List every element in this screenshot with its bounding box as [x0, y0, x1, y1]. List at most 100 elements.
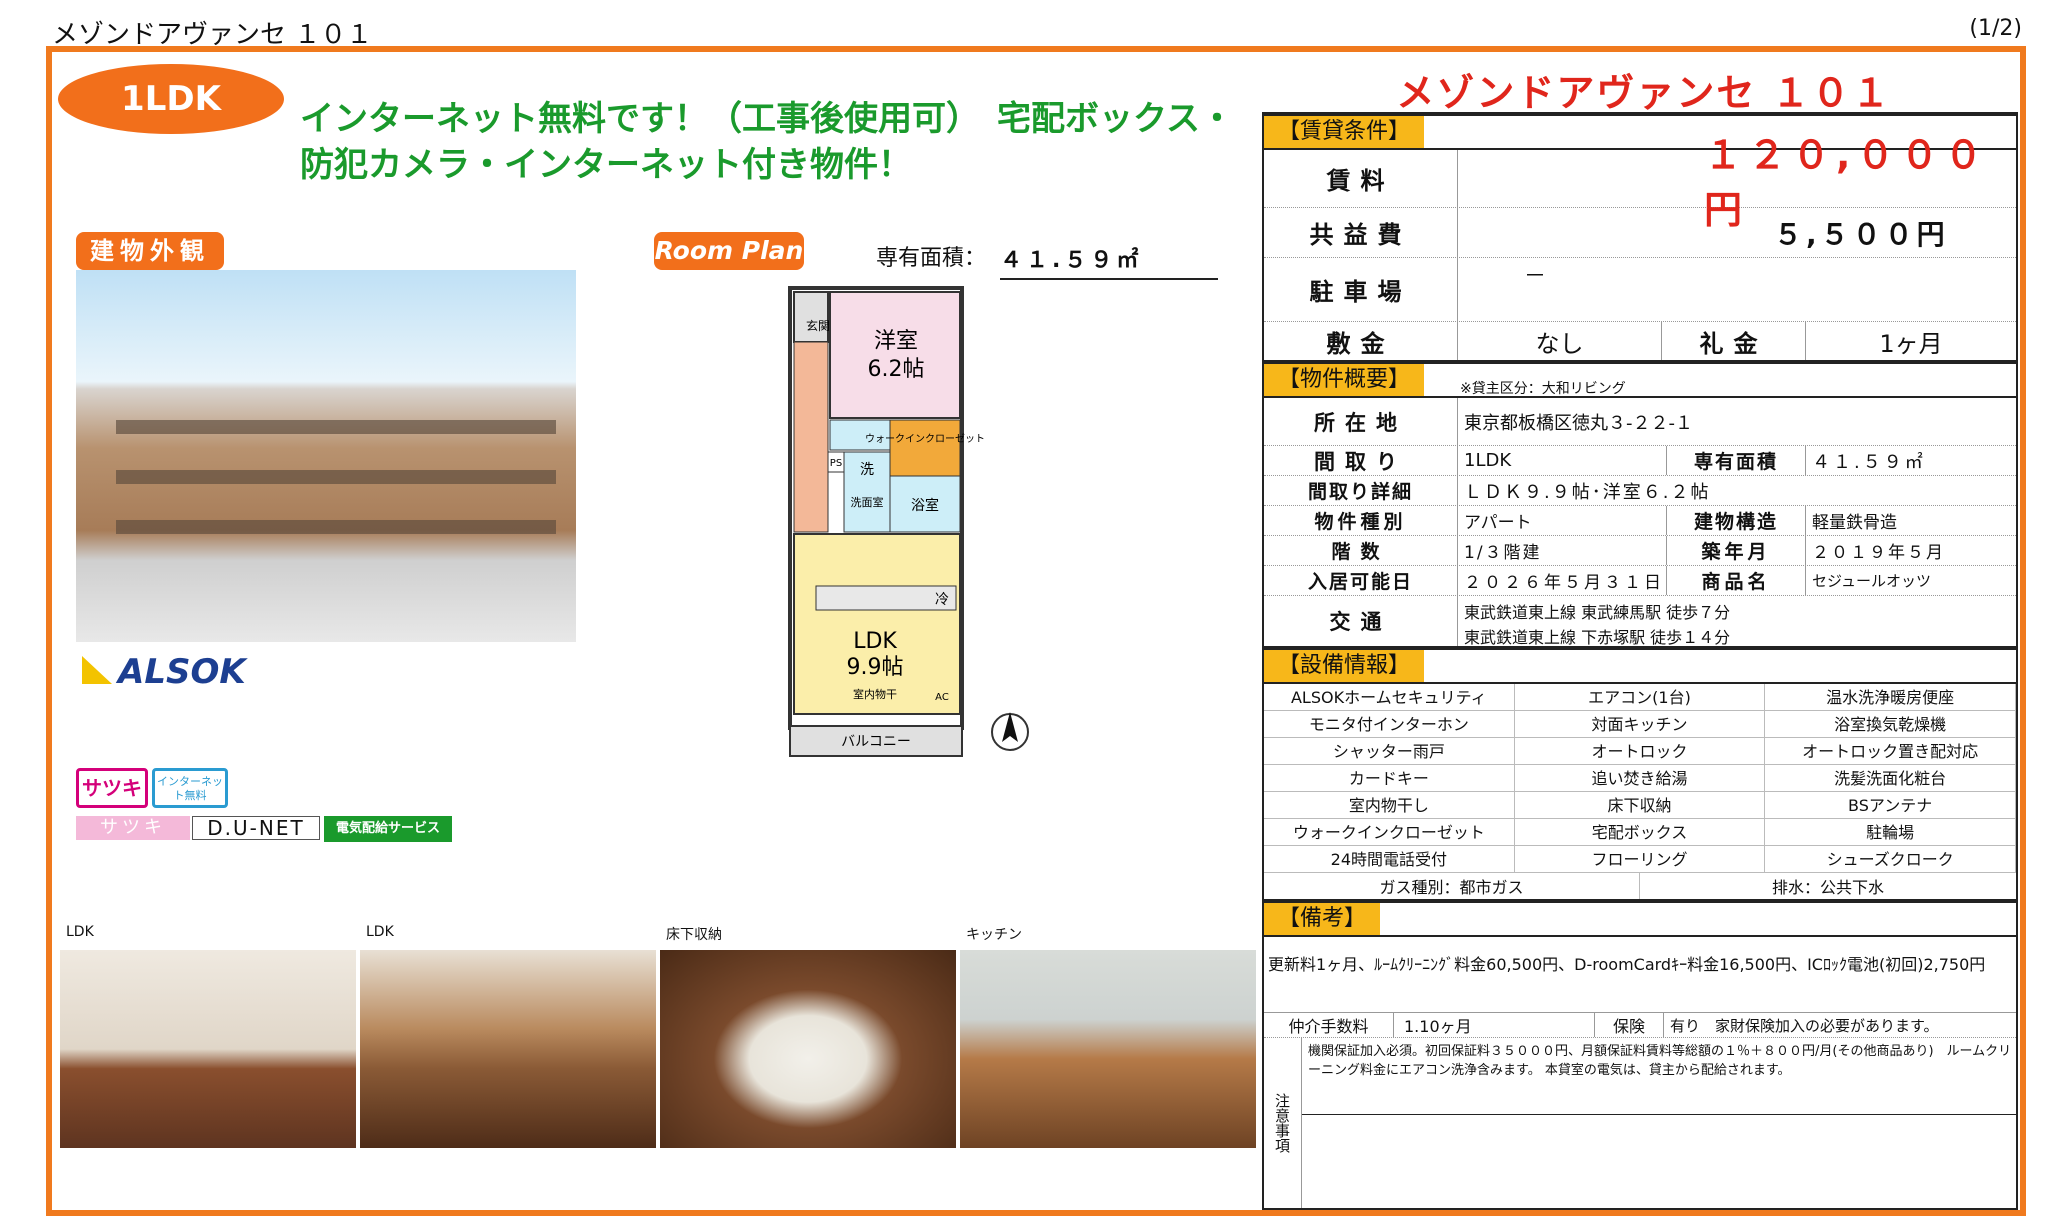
fp-bath: 浴室 [911, 497, 939, 514]
equipment-grid: ALSOKホームセキュリティ エアコン(1台) 温水洗浄暖房便座 モニタ付インタ… [1264, 684, 2016, 873]
equipment-item: ウォークインクローゼット [1264, 819, 1515, 846]
move-in-value: ２０２６年５月３１日 [1464, 573, 1664, 593]
fp-ldk-size: 9.9帖 [847, 655, 904, 680]
structure-value: 軽量鉄骨造 [1812, 513, 1897, 533]
structure-label: 建物構造 [1666, 506, 1806, 535]
equipment-section-tag: 【設備情報】 [1264, 650, 1425, 682]
fp-closet: ウォークインクローゼット [865, 433, 985, 445]
equipment-item: オートロック置き配対応 [1765, 738, 2016, 765]
layout-label: 間取り [1264, 446, 1458, 475]
access-line-2: 東武鉄道東上線 下赤塚駅 徒歩１４分 [1464, 628, 1731, 647]
rent-value: １２０,０００円 [1704, 132, 1989, 232]
photo-ldk-2 [360, 950, 656, 1148]
key-money-value: 1ヶ月 [1879, 329, 1943, 358]
product-value: セジュールオッツ [1812, 572, 1931, 590]
photo-ldk-1 [60, 950, 356, 1148]
brokerage-fee-label: 仲介手数料 [1264, 1013, 1394, 1037]
remarks-section-header: 【備考】 [1264, 901, 2016, 937]
insurance-value: 有り 家財保険加入の必要があります。 [1670, 1016, 1939, 1035]
room-plan-tag: Room Plan [654, 232, 804, 270]
built-value: ２０１９年５月 [1812, 543, 1945, 563]
thumb-label-2: LDK [366, 924, 394, 940]
parking-label: 駐車場 [1264, 258, 1458, 321]
equipment-item: BSアンテナ [1765, 792, 2016, 819]
floor-plan: 玄関 洋室 6.2帖 ウォークインクローゼット 洗 洗面室 PS 浴室 冷 LD… [788, 286, 1029, 757]
equipment-item: ALSOKホームセキュリティ [1264, 684, 1515, 711]
access-label: 交通 [1264, 596, 1458, 646]
page-number: (1/2) [1969, 16, 2022, 41]
rent-section-tag: 【賃貸条件】 [1264, 116, 1425, 148]
floors-value: 1/３階建 [1464, 543, 1542, 563]
rent-label: 賃料 [1264, 150, 1458, 207]
key-money-label: 礼金 [1662, 322, 1806, 360]
thumb-label-4: キッチン [966, 927, 1022, 943]
equipment-item: 追い焚き給湯 [1514, 765, 1766, 792]
headline: インターネット無料です！（工事後使用可） 宅配ボックス・防犯カメラ・インターネッ… [300, 99, 1234, 185]
layout-detail-label: 間取り詳細 [1264, 476, 1458, 505]
fp-entrance: 玄関 [806, 318, 830, 333]
common-fee-value: ５,５００円 [1774, 217, 1949, 251]
equipment-item: カードキー [1264, 765, 1515, 792]
layout-detail-value: ＬＤＫ９.９帖･洋室６.２帖 [1464, 481, 1711, 503]
built-label: 築年月 [1666, 536, 1806, 565]
deposit-value: なし [1458, 322, 1662, 360]
equipment-item: 室内物干し [1264, 792, 1515, 819]
notes-label: 注意事項 [1264, 1038, 1302, 1208]
common-fee-label: 共益費 [1264, 208, 1458, 257]
remarks-section-tag: 【備考】 [1264, 903, 1381, 935]
thumb-label-1: LDK [66, 924, 94, 940]
equipment-item: 床下収納 [1514, 792, 1766, 819]
overview-section-tag: 【物件概要】 [1264, 364, 1425, 396]
notes-text: 機関保証加入必須。初回保証料３５０００円、月額保証料賃料等総額の１％＋８００円/… [1308, 1044, 2012, 1078]
photo-kitchen [960, 950, 1256, 1148]
notes-divider [1302, 1114, 2016, 1115]
equipment-item: 宅配ボックス [1514, 819, 1766, 846]
fp-western-size: 6.2帖 [868, 357, 925, 382]
equipment-item: 24時間電話受付 [1264, 846, 1515, 873]
equipment-item: オートロック [1514, 738, 1766, 765]
property-kind-value: アパート [1464, 513, 1532, 533]
alsok-logo-mark [82, 656, 112, 684]
brokerage-fee-value: 1.10ヶ月 [1404, 1017, 1472, 1036]
equipment-item: 浴室換気乾燥機 [1765, 711, 2016, 738]
parking-value: － [1524, 264, 1547, 289]
equipment-item: 駐輪場 [1765, 819, 2016, 846]
internet-free-logo: インターネット無料 [152, 768, 228, 808]
photo-underfloor-storage [660, 950, 956, 1148]
drainage-type: 排水：公共下水 [1771, 878, 1884, 897]
fp-fridge: 冷 [935, 592, 949, 608]
fp-ac: AC [935, 692, 949, 703]
remarks-text: 更新料1ヶ月、ﾙｰﾑｸﾘｰﾆﾝｸﾞ料金60,500円、D-roomCardｷｰ料… [1268, 955, 1986, 974]
fp-ps: PS [830, 458, 842, 469]
fp-western: 洋室 [874, 329, 918, 354]
layout-type-badge: 1LDK [58, 64, 284, 134]
insurance-label: 保険 [1594, 1013, 1664, 1037]
north-arrow-icon [991, 712, 1029, 751]
address-label: 所在地 [1264, 398, 1458, 445]
equipment-item: シューズクローク [1765, 846, 2016, 873]
layout-value: 1LDK [1464, 450, 1512, 471]
lessor-note: ※貸主区分：大和リビング [1460, 381, 1626, 397]
equipment-item: 温水洗浄暖房便座 [1765, 684, 2016, 711]
fp-ldk: LDK [853, 629, 897, 654]
fp-wash: 洗 [860, 462, 874, 478]
product-label: 商品名 [1666, 566, 1806, 595]
equipment-item: シャッター雨戸 [1264, 738, 1515, 765]
access-line-1: 東武鉄道東上線 東武練馬駅 徒歩７分 [1464, 603, 1731, 622]
thumb-label-3: 床下収納 [666, 927, 722, 943]
fp-washroom: 洗面室 [851, 495, 884, 509]
property-kind-label: 物件種別 [1264, 506, 1458, 535]
equipment-item: モニタ付インターホン [1264, 711, 1515, 738]
exterior-photo [76, 270, 576, 642]
equipment-item: 洗髪洗面化粧台 [1765, 765, 2016, 792]
power-service-logo: 電気配給サービス [324, 816, 452, 842]
equipment-item: フローリング [1514, 846, 1766, 873]
dunet-logo: D.U-NET [192, 816, 320, 840]
fp-balcony: バルコニー [841, 734, 911, 750]
floors-label: 階数 [1264, 536, 1458, 565]
equipment-item: 対面キッチン [1514, 711, 1766, 738]
fp-indoor-dry: 室内物干 [853, 687, 897, 701]
area-value: ４１.５９㎡ [1000, 242, 1218, 280]
equipment-section-header: 【設備情報】 [1264, 648, 2016, 684]
overview-section-header: 【物件概要】 ※貸主区分：大和リビング [1264, 362, 2016, 398]
